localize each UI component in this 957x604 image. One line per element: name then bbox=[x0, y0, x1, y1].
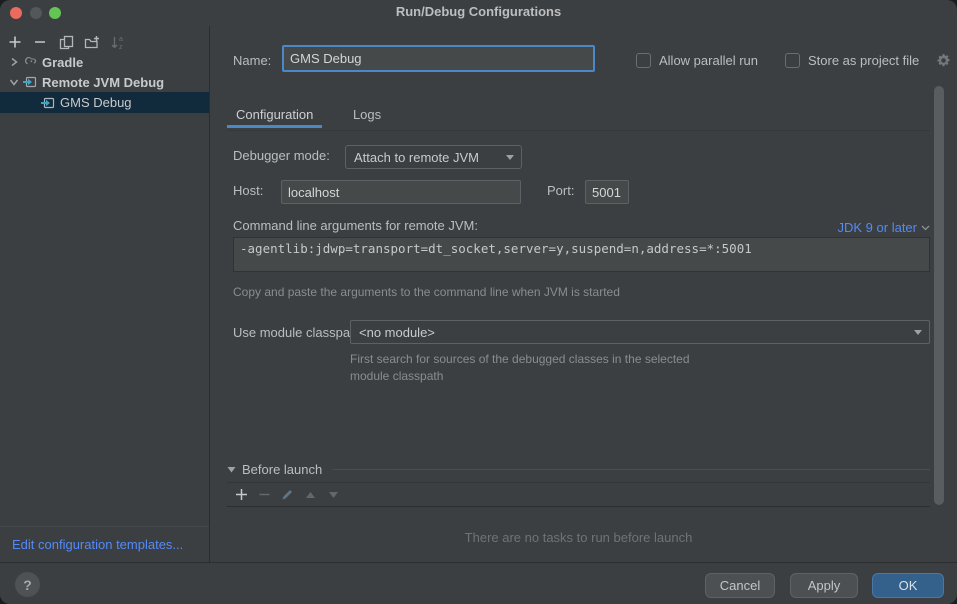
move-task-up-button[interactable] bbox=[302, 487, 318, 503]
edit-icon bbox=[281, 488, 294, 501]
before-launch-title: Before launch bbox=[242, 462, 322, 477]
tab-logs[interactable]: Logs bbox=[344, 100, 390, 128]
chevron-down-icon bbox=[506, 155, 514, 160]
chevron-down-icon bbox=[921, 225, 930, 231]
remove-icon bbox=[33, 35, 47, 49]
edit-configuration-templates-link[interactable]: Edit configuration templates... bbox=[12, 537, 183, 552]
port-input[interactable] bbox=[585, 180, 629, 204]
svg-text:z: z bbox=[119, 44, 123, 50]
jdk-version-label: JDK 9 or later bbox=[838, 218, 917, 238]
new-folder-icon bbox=[84, 35, 100, 50]
move-task-down-button[interactable] bbox=[325, 487, 341, 503]
host-label: Host: bbox=[233, 179, 263, 203]
help-icon: ? bbox=[23, 577, 32, 593]
debugger-mode-label: Debugger mode: bbox=[233, 144, 330, 168]
sidebar-toolbar: a z bbox=[0, 30, 209, 54]
remote-debug-icon bbox=[40, 95, 56, 111]
sidebar-item-label: Gradle bbox=[42, 55, 83, 70]
sidebar-item-label: Remote JVM Debug bbox=[42, 75, 164, 90]
move-down-icon bbox=[328, 491, 339, 499]
store-as-project-file-label: Store as project file bbox=[808, 51, 919, 71]
module-classpath-value: <no module> bbox=[359, 325, 435, 340]
jdk-version-selector[interactable]: JDK 9 or later bbox=[838, 218, 930, 238]
chevron-down-icon bbox=[914, 330, 922, 335]
copy-icon bbox=[59, 35, 74, 50]
add-task-button[interactable] bbox=[233, 487, 249, 503]
store-as-project-file-checkbox[interactable] bbox=[785, 53, 800, 68]
chevron-right-icon[interactable] bbox=[6, 54, 22, 70]
sidebar-item-remote-jvm-debug[interactable]: Remote JVM Debug bbox=[0, 72, 209, 92]
chevron-down-icon[interactable] bbox=[6, 74, 22, 90]
tab-configuration[interactable]: Configuration bbox=[227, 100, 322, 128]
title-bar: Run/Debug Configurations bbox=[0, 0, 957, 26]
debugger-mode-select[interactable]: Attach to remote JVM bbox=[345, 145, 522, 169]
sort-configurations-button[interactable]: a z bbox=[108, 33, 126, 51]
new-folder-button[interactable] bbox=[83, 33, 101, 51]
edit-templates-row: Edit configuration templates... bbox=[0, 526, 209, 562]
copy-configuration-button[interactable] bbox=[57, 33, 75, 51]
cmdline-arguments-label: Command line arguments for remote JVM: bbox=[233, 216, 478, 236]
run-debug-configurations-dialog: Run/Debug Configurations bbox=[0, 0, 957, 604]
edit-task-button[interactable] bbox=[279, 487, 295, 503]
gear-icon[interactable] bbox=[936, 53, 951, 71]
module-classpath-select[interactable]: <no module> bbox=[350, 320, 930, 344]
remove-configuration-button[interactable] bbox=[31, 33, 49, 51]
help-button[interactable]: ? bbox=[15, 572, 40, 597]
dialog-footer: ? Cancel Apply OK bbox=[0, 562, 957, 604]
remove-task-button[interactable] bbox=[256, 487, 272, 503]
remote-debug-icon bbox=[22, 74, 38, 90]
configurations-sidebar: a z Gradle bbox=[0, 26, 210, 562]
host-input[interactable] bbox=[281, 180, 521, 204]
before-launch-empty-text: There are no tasks to run before launch bbox=[227, 507, 930, 567]
ok-button[interactable]: OK bbox=[872, 573, 944, 598]
gradle-icon bbox=[22, 54, 38, 70]
cancel-button[interactable]: Cancel bbox=[705, 573, 775, 598]
vertical-scrollbar-thumb[interactable] bbox=[934, 86, 944, 505]
cmdline-arguments-input[interactable]: -agentlib:jdwp=transport=dt_socket,serve… bbox=[233, 237, 930, 272]
collapse-triangle-icon[interactable] bbox=[227, 466, 236, 473]
before-launch-header: Before launch bbox=[227, 460, 930, 478]
name-input[interactable] bbox=[282, 45, 595, 72]
section-divider bbox=[332, 469, 930, 470]
allow-parallel-run-checkbox[interactable] bbox=[636, 53, 651, 68]
sidebar-item-gradle[interactable]: Gradle bbox=[0, 52, 209, 72]
window-title: Run/Debug Configurations bbox=[0, 4, 957, 19]
sidebar-item-gms-debug[interactable]: GMS Debug bbox=[0, 92, 209, 113]
port-label: Port: bbox=[547, 179, 574, 203]
name-label: Name: bbox=[233, 49, 271, 73]
module-classpath-hint-line2: module classpath bbox=[350, 368, 443, 385]
add-configuration-button[interactable] bbox=[6, 33, 24, 51]
allow-parallel-run-label: Allow parallel run bbox=[659, 51, 758, 71]
sidebar-item-label: GMS Debug bbox=[60, 95, 132, 110]
cmdline-hint: Copy and paste the arguments to the comm… bbox=[233, 284, 620, 301]
debugger-mode-value: Attach to remote JVM bbox=[354, 150, 479, 165]
before-launch-toolbar bbox=[227, 482, 930, 507]
move-up-icon bbox=[305, 491, 316, 499]
add-icon bbox=[235, 488, 248, 501]
module-classpath-label: Use module classpath: bbox=[233, 321, 365, 345]
remove-icon bbox=[258, 488, 271, 501]
sort-icon: a z bbox=[110, 35, 125, 50]
module-classpath-hint-line1: First search for sources of the debugged… bbox=[350, 351, 690, 368]
apply-button[interactable]: Apply bbox=[790, 573, 858, 598]
add-icon bbox=[8, 35, 22, 49]
svg-text:a: a bbox=[119, 36, 123, 43]
tab-bar: Configuration Logs bbox=[227, 100, 930, 131]
configuration-editor-panel: Name: Allow parallel run Store as projec… bbox=[211, 26, 957, 562]
